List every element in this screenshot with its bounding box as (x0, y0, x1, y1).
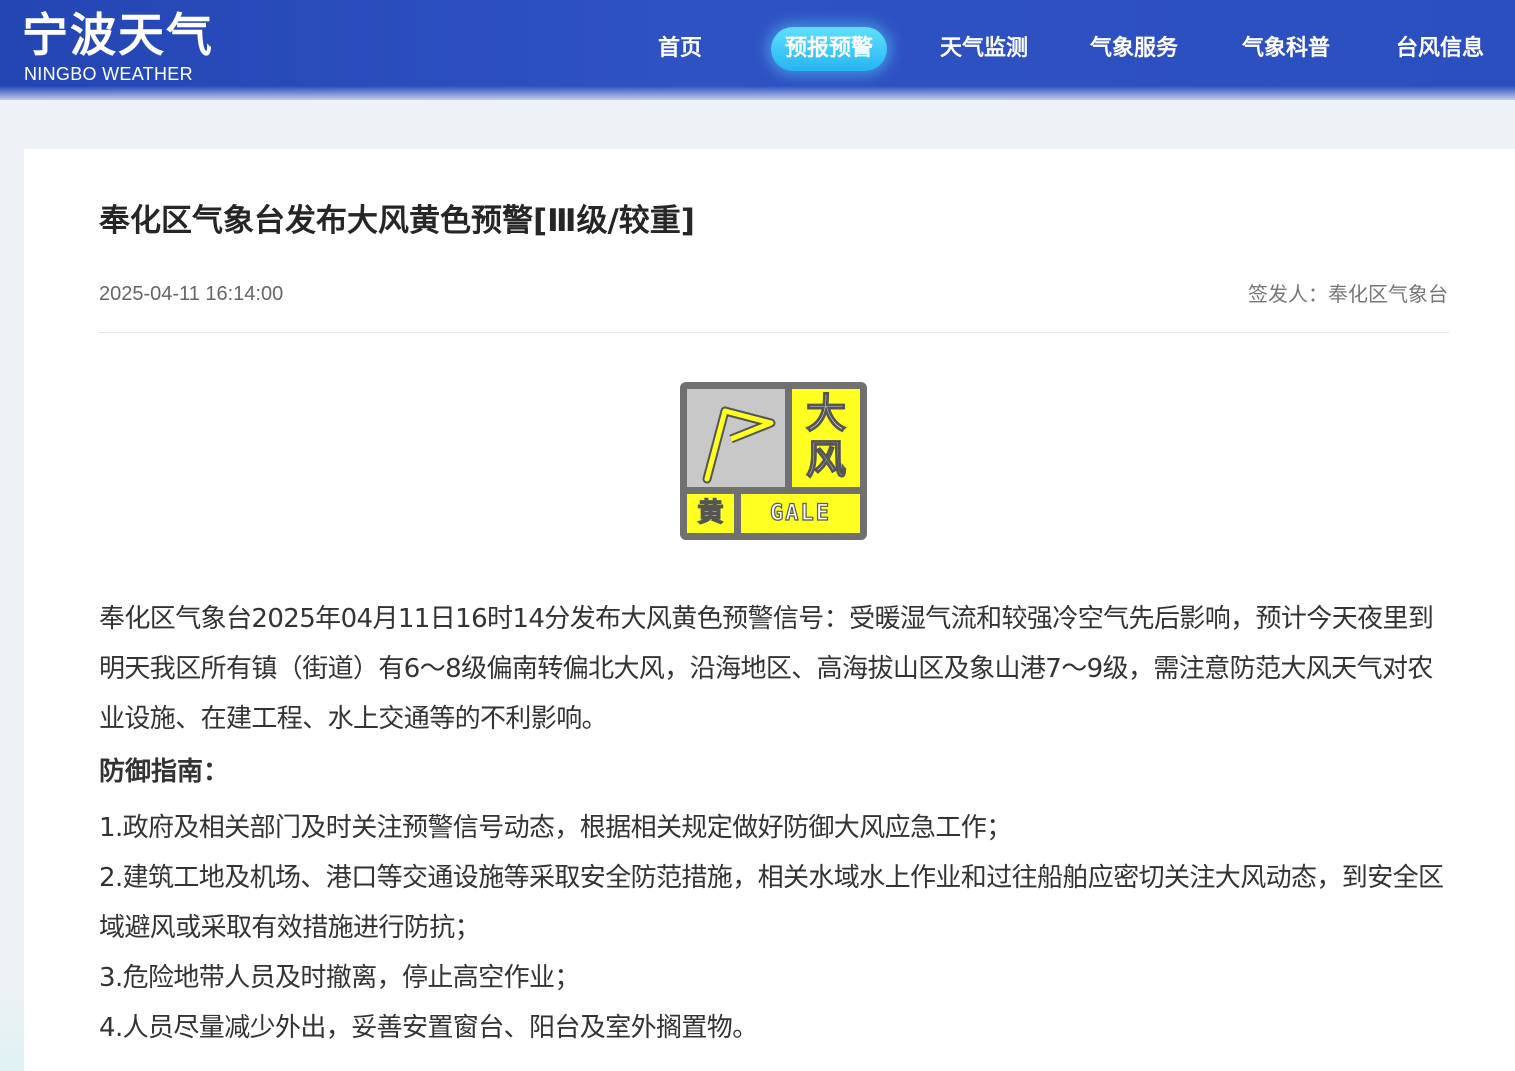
defense-guide-heading: 防御指南： (99, 757, 230, 787)
nav-item-weather-monitoring[interactable]: 天气监测 (932, 24, 1036, 74)
list-item: 4.人员尽量减少外出，妥善安置窗台、阳台及室外搁置物。 (99, 1013, 758, 1043)
warning-body: 奉化区气象台2025年04月11日16时14分发布大风黄色预警信号：受暖湿气流和… (99, 604, 1434, 734)
side-decoration (0, 980, 24, 1071)
signal-level-panel: 黄 (687, 494, 734, 533)
gale-yellow-warning-icon: 大 风 黄 GALE (680, 382, 867, 540)
flag-panel (687, 389, 785, 487)
wind-flag-icon (702, 406, 776, 484)
list-item: 3.危险地带人员及时撤离，停止高空作业； (99, 963, 580, 993)
signal-char-feng: 风 (805, 436, 847, 484)
signal-char-da: 大 (805, 390, 847, 438)
site-logo-cn[interactable]: 宁波天气 (22, 8, 214, 62)
nav-item-forecast-warning[interactable]: 预报预警 (771, 27, 888, 71)
article-date: 2025-04-11 16:14:00 (99, 283, 284, 305)
article-card: 奉化区气象台发布大风黄色预警[Ⅲ级/较重] 2025-04-11 16:14:0… (24, 149, 1515, 1071)
signal-english-panel: GALE (741, 494, 860, 533)
signal-name-panel: 大 风 (792, 389, 860, 487)
article-issuer: 签发人：奉化区气象台 (1248, 282, 1448, 306)
list-item: 1.政府及相关部门及时关注预警信号动态，根据相关规定做好防御大风应急工作； (99, 813, 1012, 843)
nav-item-typhoon-info[interactable]: 台风信息 (1392, 24, 1488, 74)
signal-level-char: 黄 (697, 497, 724, 528)
site-header: 宁波天气 NINGBO WEATHER 首页 预报预警 天气监测 气象服务 气象… (0, 0, 1515, 100)
signal-english-label: GALE (769, 500, 831, 526)
main-nav: 首页 预报预警 天气监测 气象服务 气象科普 台风信息 (620, 24, 1515, 74)
title-divider (99, 332, 1449, 333)
site-logo-en[interactable]: NINGBO WEATHER (24, 63, 193, 85)
list-item: 2.建筑工地及机场、港口等交通设施等采取安全防范措施，相关水域水上作业和过往船舶… (99, 863, 1444, 943)
nav-item-home[interactable]: 首页 (636, 24, 724, 74)
article-title: 奉化区气象台发布大风黄色预警[Ⅲ级/较重] (99, 203, 695, 239)
nav-item-meteorological-services[interactable]: 气象服务 (1086, 24, 1182, 74)
defense-guide-list: 1.政府及相关部门及时关注预警信号动态，根据相关规定做好防御大风应急工作； 2.… (99, 803, 1454, 1053)
nav-item-meteorology-science[interactable]: 气象科普 (1238, 24, 1334, 74)
